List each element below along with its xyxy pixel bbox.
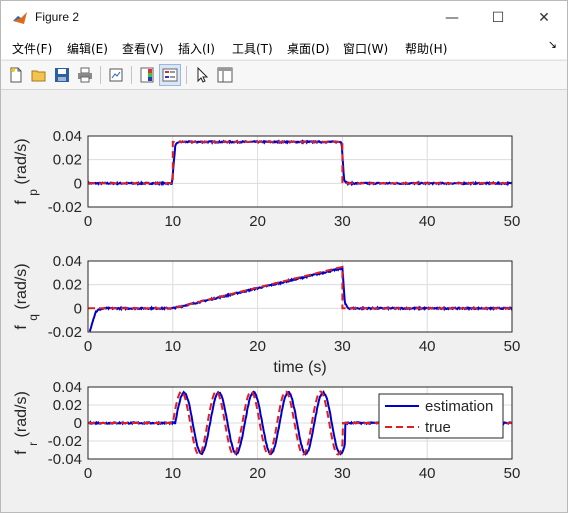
x-tick-label: 20 [249, 338, 266, 355]
y-tick-label: 0 [74, 300, 82, 317]
title-bar: Figure 2 — ☐ ✕ [1, 1, 567, 35]
link-plot-button[interactable] [105, 64, 127, 86]
x-tick-label: 40 [419, 465, 436, 482]
x-axis-label: time (s) [273, 359, 326, 376]
insert-legend-icon [162, 68, 178, 82]
x-tick-label: 50 [504, 213, 521, 230]
insert-colorbar-button[interactable] [136, 64, 158, 86]
y-tick-label: 0.02 [53, 152, 82, 169]
x-tick-label: 0 [84, 213, 92, 230]
legend-label-true: true [425, 419, 451, 436]
x-tick-label: 20 [249, 465, 266, 482]
y-tick-label: 0.02 [53, 397, 82, 414]
maximize-button[interactable]: ☐ [475, 1, 521, 35]
x-tick-label: 20 [249, 213, 266, 230]
y-tick-label: 0.02 [53, 277, 82, 294]
y-tick-label: -0.02 [48, 433, 82, 450]
edit-plot-button[interactable] [191, 64, 213, 86]
matlab-logo-icon [13, 12, 27, 24]
axes-background [88, 136, 512, 207]
save-button[interactable] [51, 64, 73, 86]
y-tick-label: 0 [74, 175, 82, 192]
subplot-fp: 0 10 20 30 40 500.040.020-0.02f p (rad/s) [13, 128, 520, 230]
y-tick-label: -0.02 [48, 324, 82, 341]
x-tick-label: 50 [504, 338, 521, 355]
property-inspector-button[interactable] [214, 64, 236, 86]
x-tick-label: 10 [164, 338, 181, 355]
legend-label-estimation: estimation [425, 398, 493, 415]
close-button[interactable]: ✕ [521, 1, 567, 35]
menu-insert[interactable]: 插入(I) [178, 40, 215, 57]
new-figure-button[interactable] [5, 64, 27, 86]
y-tick-label: 0 [74, 415, 82, 432]
maximize-icon: ☐ [491, 10, 505, 26]
x-tick-label: 40 [419, 338, 436, 355]
y-axis-label: f q (rad/s) [13, 263, 40, 329]
figure-window: Figure 2 — ☐ ✕ 文件(F) 编辑(E) 查看(V) 插入(I) 工… [0, 0, 568, 513]
legend: estimation true [378, 393, 504, 439]
menu-tools[interactable]: 工具(T) [232, 40, 273, 57]
y-tick-label: -0.04 [48, 451, 82, 468]
y-tick-label: 0.04 [53, 253, 82, 270]
print-icon [78, 67, 92, 83]
menu-file[interactable]: 文件(F) [12, 40, 52, 57]
y-tick-label: 0.04 [53, 128, 82, 145]
toolbar-separator [186, 66, 187, 84]
property-inspector-icon [217, 67, 233, 83]
new-figure-icon [10, 67, 22, 83]
open-file-button[interactable] [28, 64, 50, 86]
menu-window[interactable]: 窗口(W) [343, 40, 388, 57]
print-button[interactable] [74, 64, 96, 86]
x-tick-label: 10 [164, 213, 181, 230]
minimize-button[interactable]: — [429, 1, 475, 35]
menu-overflow-icon[interactable]: ↘ [548, 38, 557, 51]
x-tick-label: 30 [334, 338, 351, 355]
x-tick-label: 50 [504, 465, 521, 482]
toolbar-separator [131, 66, 132, 84]
menu-view[interactable]: 查看(V) [122, 40, 164, 57]
insert-colorbar-icon [140, 67, 154, 83]
toolbar [1, 60, 567, 90]
minimize-icon: — [445, 10, 459, 26]
figure-canvas: 0 10 20 30 40 50 0.04 0.02 0 -0.02 f p (rad/s) 0 10… [5, 90, 561, 509]
x-tick-label: 30 [334, 465, 351, 482]
window-title: Figure 2 [35, 10, 80, 24]
insert-legend-button[interactable] [159, 64, 181, 86]
close-icon: ✕ [538, 10, 550, 26]
menu-desktop[interactable]: 桌面(D) [287, 40, 330, 57]
x-tick-label: 10 [164, 465, 181, 482]
y-tick-label: 0.04 [53, 379, 82, 396]
menu-edit[interactable]: 编辑(E) [67, 40, 108, 57]
y-tick-label: -0.02 [48, 199, 82, 216]
subplot-fr: 0 10 20 30 40 500.040.020-0.02-0.04f r (rad/s… [13, 379, 520, 482]
open-file-icon [31, 70, 46, 82]
x-tick-label: 0 [84, 338, 92, 355]
axes-background [88, 261, 512, 332]
link-plot-icon [109, 68, 123, 82]
x-tick-label: 40 [419, 213, 436, 230]
x-tick-label: 30 [334, 213, 351, 230]
toolbar-separator [100, 66, 101, 84]
save-icon [55, 68, 69, 82]
menu-help[interactable]: 帮助(H) [405, 40, 447, 57]
y-axis-label: f p (rad/s) [13, 138, 40, 204]
menu-bar: 文件(F) 编辑(E) 查看(V) 插入(I) 工具(T) 桌面(D) 窗口(W… [1, 35, 567, 59]
figure-plots: 0 10 20 30 40 500.040.020-0.02f p (rad/s) 0 10… [13, 128, 520, 482]
x-tick-label: 0 [84, 465, 92, 482]
edit-plot-icon [197, 67, 209, 83]
y-axis-label: f r (rad/s) [13, 391, 40, 455]
subplot-fq: 0 10 20 30 40 500.040.020-0.02f q (rad/s)time… [13, 253, 520, 376]
